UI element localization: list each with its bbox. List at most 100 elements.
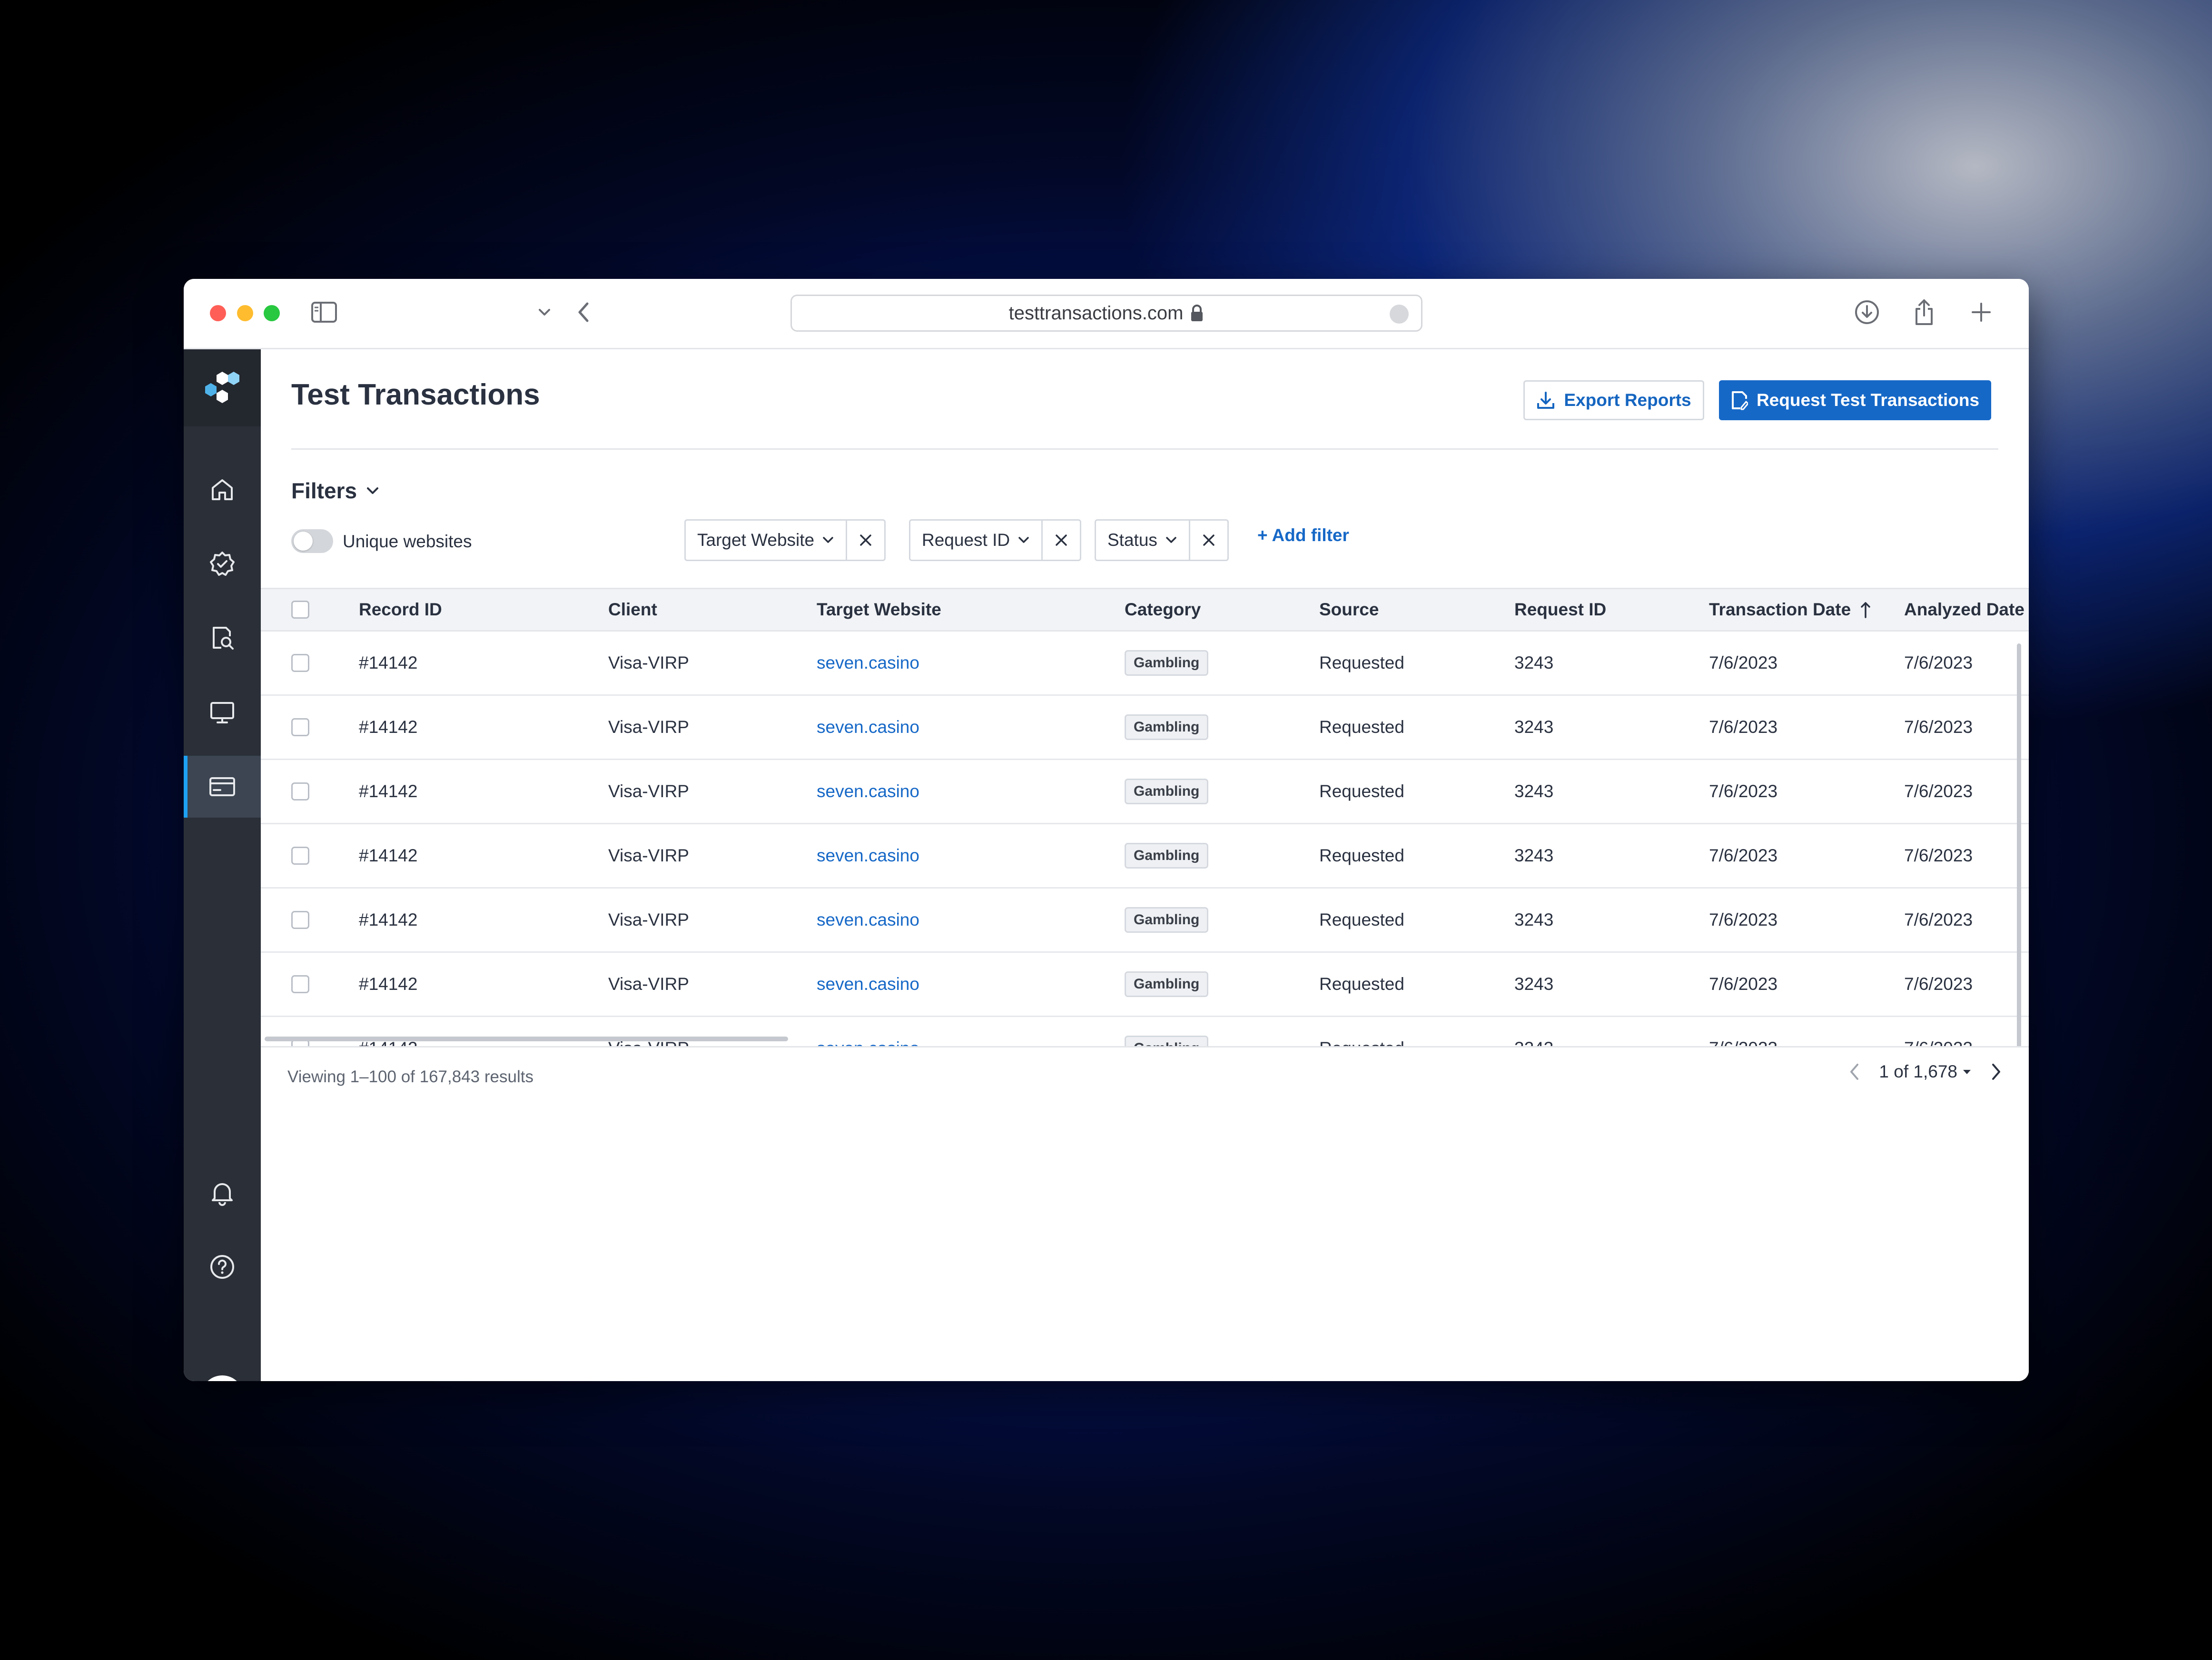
share-icon[interactable] bbox=[1907, 296, 1941, 329]
address-bar[interactable]: testtransactions.com bbox=[790, 295, 1422, 332]
category-badge: Gambling bbox=[1125, 779, 1209, 804]
sidebar-item-home[interactable] bbox=[184, 459, 261, 521]
lock-icon bbox=[1190, 304, 1204, 322]
table-body: #14142 Visa-VIRP seven.casino Gambling Reque… bbox=[261, 632, 2029, 1046]
minimize-window-button[interactable] bbox=[237, 305, 253, 321]
table-row[interactable]: #14142 Visa-VIRP seven.casino Gambling Reque… bbox=[261, 953, 2029, 1017]
horizontal-scrollbar[interactable] bbox=[265, 1037, 788, 1041]
row-checkbox[interactable] bbox=[291, 654, 309, 672]
sidebar-item-search-doc[interactable] bbox=[184, 607, 261, 669]
filter-chip-dropdown[interactable]: Request ID bbox=[910, 521, 1041, 560]
back-icon[interactable] bbox=[567, 296, 600, 329]
cell-source: Requested bbox=[1319, 974, 1404, 994]
previous-page-icon[interactable] bbox=[1848, 1062, 1861, 1081]
table-row[interactable]: #14142 Visa-VIRP seven.casino Gambling Reque… bbox=[261, 696, 2029, 760]
column-header-request-id[interactable]: Request ID bbox=[1514, 589, 1606, 630]
chevron-down-icon bbox=[1018, 537, 1029, 543]
column-header-transaction-date-label: Transaction Date bbox=[1709, 600, 1851, 619]
document-search-icon bbox=[213, 627, 234, 650]
page-label: 1 of 1,678 bbox=[1879, 1062, 1957, 1081]
cell-target-website[interactable]: seven.casino bbox=[817, 760, 919, 823]
avatar[interactable]: TS bbox=[201, 1375, 244, 1381]
cell-target-website[interactable]: seven.casino bbox=[817, 889, 919, 951]
browser-titlebar: testtransactions.com bbox=[184, 279, 2029, 349]
column-header-target-website[interactable]: Target Website bbox=[817, 589, 941, 630]
table-row[interactable]: #14142 Visa-VIRP seven.casino Gambling Reque… bbox=[261, 760, 2029, 824]
cell-analyzed-date: 7/6/2023 bbox=[1904, 1017, 1973, 1046]
cell-source: Requested bbox=[1319, 910, 1404, 929]
new-tab-icon[interactable] bbox=[1965, 296, 1998, 329]
column-header-analyzed-date[interactable]: Analyzed Date bbox=[1904, 589, 2024, 630]
sidebar-item-notifications[interactable] bbox=[184, 1162, 261, 1224]
sidebar-toggle-icon[interactable] bbox=[307, 296, 341, 329]
column-header-source[interactable]: Source bbox=[1319, 589, 1379, 630]
cell-request-id: 3243 bbox=[1514, 974, 1554, 994]
category-badge: Gambling bbox=[1125, 1036, 1209, 1046]
table-row[interactable]: #14142 Visa-VIRP seven.casino Gambling Reque… bbox=[261, 889, 2029, 953]
row-checkbox[interactable] bbox=[291, 847, 309, 865]
table-row[interactable]: #14142 Visa-VIRP seven.casino Gambling Reque… bbox=[261, 824, 2029, 889]
next-page-icon[interactable] bbox=[1990, 1062, 2002, 1081]
select-all-checkbox[interactable] bbox=[291, 601, 309, 619]
cell-target-website[interactable]: seven.casino bbox=[817, 824, 919, 887]
column-header-record-id[interactable]: Record ID bbox=[359, 589, 442, 630]
document-edit-icon bbox=[1731, 391, 1748, 410]
request-test-transactions-button[interactable]: Request Test Transactions bbox=[1719, 380, 1991, 420]
cell-transaction-date: 7/6/2023 bbox=[1709, 1017, 1778, 1046]
remove-filter-button[interactable] bbox=[846, 521, 884, 560]
category-badge: Gambling bbox=[1125, 650, 1209, 676]
row-checkbox[interactable] bbox=[291, 782, 309, 800]
filter-chip-label: Target Website bbox=[697, 530, 815, 550]
caret-down-icon bbox=[1963, 1070, 1971, 1074]
export-reports-button[interactable]: Export Reports bbox=[1523, 380, 1704, 420]
filter-chip-request-id[interactable]: Request ID bbox=[909, 519, 1082, 561]
chevron-down-icon bbox=[823, 537, 833, 543]
column-header-category[interactable]: Category bbox=[1125, 589, 1201, 630]
cell-client: Visa-VIRP bbox=[608, 781, 689, 801]
remove-filter-button[interactable] bbox=[1041, 521, 1080, 560]
app-logo[interactable] bbox=[184, 349, 261, 426]
cell-target-website[interactable]: seven.casino bbox=[817, 632, 919, 694]
filter-chip-status[interactable]: Status bbox=[1095, 519, 1229, 561]
add-filter-button[interactable]: + Add filter bbox=[1257, 525, 1349, 545]
table-row[interactable]: #14142 Visa-VIRP seven.casino Gambling Reque… bbox=[261, 632, 2029, 696]
sidebar-item-verified[interactable] bbox=[184, 533, 261, 595]
cell-transaction-date: 7/6/2023 bbox=[1709, 974, 1778, 994]
row-checkbox[interactable] bbox=[291, 911, 309, 929]
filter-chip-dropdown[interactable]: Status bbox=[1096, 521, 1189, 560]
cell-client: Visa-VIRP bbox=[608, 653, 689, 672]
maximize-window-button[interactable] bbox=[264, 305, 280, 321]
table-row[interactable]: #14142 Visa-VIRP seven.casino Gambling Reque… bbox=[261, 1017, 2029, 1046]
download-icon[interactable] bbox=[1850, 296, 1884, 329]
help-icon bbox=[210, 1255, 234, 1279]
chevron-down-icon bbox=[1166, 537, 1176, 543]
cell-client: Visa-VIRP bbox=[608, 717, 689, 737]
chevron-down-icon[interactable] bbox=[526, 296, 563, 329]
sidebar-item-transactions[interactable] bbox=[184, 756, 261, 818]
close-window-button[interactable] bbox=[210, 305, 226, 321]
cell-analyzed-date: 7/6/2023 bbox=[1904, 717, 1973, 737]
sidebar-item-monitor[interactable] bbox=[184, 682, 261, 743]
filter-chip-dropdown[interactable]: Target Website bbox=[686, 521, 846, 560]
column-header-transaction-date[interactable]: Transaction Date bbox=[1709, 589, 1872, 630]
sidebar-item-help[interactable] bbox=[184, 1236, 261, 1298]
row-checkbox[interactable] bbox=[291, 975, 309, 993]
cell-transaction-date: 7/6/2023 bbox=[1709, 846, 1778, 865]
cell-target-website[interactable]: seven.casino bbox=[817, 696, 919, 759]
cell-record-id: #14142 bbox=[359, 910, 418, 929]
cell-source: Requested bbox=[1319, 781, 1404, 801]
sidebar: TS bbox=[184, 349, 261, 1381]
filters-toggle[interactable]: Filters bbox=[291, 478, 380, 504]
chevron-down-icon bbox=[367, 487, 379, 494]
unique-websites-toggle[interactable] bbox=[291, 529, 333, 553]
category-badge: Gambling bbox=[1125, 843, 1209, 869]
remove-filter-button[interactable] bbox=[1188, 521, 1227, 560]
page-select[interactable]: 1 of 1,678 bbox=[1879, 1062, 1972, 1082]
column-header-client[interactable]: Client bbox=[608, 589, 657, 630]
cell-request-id: 3243 bbox=[1514, 653, 1554, 672]
more-icon[interactable] bbox=[1390, 305, 1409, 324]
filter-chip-target-website[interactable]: Target Website bbox=[684, 519, 886, 561]
row-checkbox[interactable] bbox=[291, 718, 309, 736]
cell-target-website[interactable]: seven.casino bbox=[817, 1017, 919, 1046]
cell-target-website[interactable]: seven.casino bbox=[817, 953, 919, 1016]
